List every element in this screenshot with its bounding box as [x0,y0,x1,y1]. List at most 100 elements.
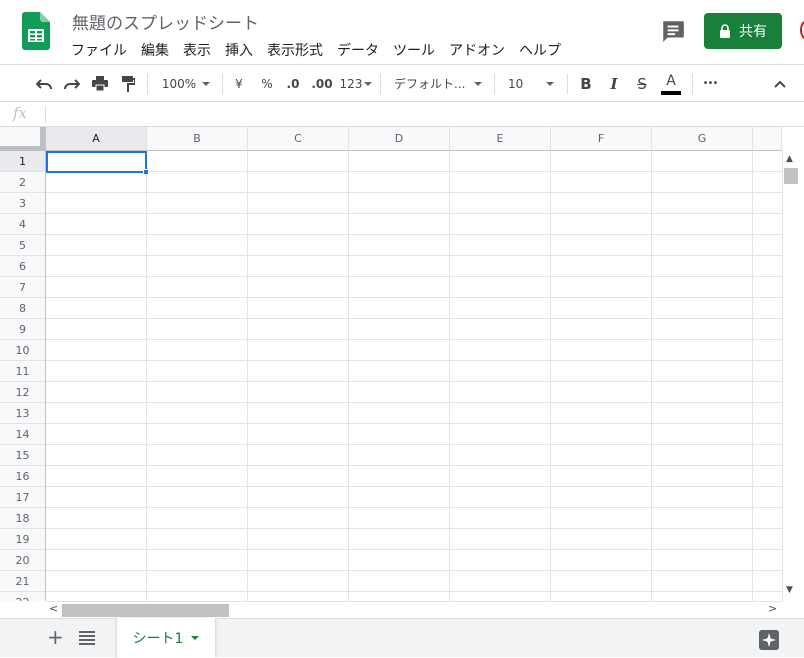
formula-input[interactable] [52,104,792,124]
chevron-down-icon [546,81,554,86]
grid-line [348,151,349,601]
row-freeze-handle[interactable] [0,146,46,150]
document-title[interactable]: 無題のスプレッドシート [72,9,259,34]
row-header-14[interactable]: 14 [0,424,46,445]
row-header-18[interactable]: 18 [0,508,46,529]
share-button[interactable]: 共有 [704,13,782,49]
menu-edit[interactable]: 編集 [134,38,176,60]
column-header-g[interactable]: G [652,127,753,151]
italic-button[interactable]: I [603,65,625,102]
active-cell[interactable] [46,151,147,173]
row-header-2[interactable]: 2 [0,172,46,193]
paint-format-button[interactable] [116,65,140,102]
text-color-icon: A [666,72,676,89]
horizontal-scroll-thumb[interactable] [62,604,229,617]
menu-tools[interactable]: ツール [386,38,442,60]
fill-handle[interactable] [143,169,149,175]
select-all-corner[interactable] [0,127,46,151]
scroll-down-icon[interactable]: ▼ [786,585,793,595]
all-sheets-icon[interactable] [79,631,95,645]
more-tools-button[interactable]: ••• [698,65,722,102]
column-header-a[interactable]: A [46,127,147,151]
chevron-down-icon [474,81,482,86]
chevron-down-icon[interactable] [191,636,200,640]
share-label: 共有 [739,24,767,40]
menu-data[interactable]: データ [330,38,386,60]
row-header-9[interactable]: 9 [0,319,46,340]
undo-button[interactable] [32,65,56,102]
scroll-up-icon[interactable]: ▲ [786,154,793,164]
row-header-3[interactable]: 3 [0,193,46,214]
column-header-b[interactable]: B [147,127,248,151]
row-header-19[interactable]: 19 [0,529,46,550]
grid-line [651,151,652,601]
zoom-select[interactable]: 100% [156,65,216,102]
formula-bar: fx [0,102,804,127]
row-header-22[interactable]: 22 [0,592,46,601]
row-header-4[interactable]: 4 [0,214,46,235]
more-formats-button[interactable]: 123 [338,65,374,102]
redo-button[interactable] [60,65,84,102]
menu-format[interactable]: 表示形式 [260,38,330,60]
avatar[interactable] [800,20,804,40]
row-header-16[interactable]: 16 [0,466,46,487]
column-header-next[interactable] [753,127,782,151]
grid-line [46,549,782,550]
grid-line [46,213,782,214]
fx-icon: fx [13,104,28,122]
column-header-d[interactable]: D [349,127,450,151]
comment-icon[interactable] [660,18,686,44]
menu-addons[interactable]: アドオン [442,38,512,60]
percent-format-button[interactable]: % [256,65,278,102]
menu-view[interactable]: 表示 [176,38,218,60]
column-header-f[interactable]: F [551,127,652,151]
grid-line [46,360,782,361]
row-header-17[interactable]: 17 [0,487,46,508]
menu-insert[interactable]: 挿入 [218,38,260,60]
font-family-value: デフォルト... [394,77,466,91]
more-formats-label: 123 [339,76,363,91]
sheets-logo-icon[interactable] [22,12,50,50]
strikethrough-button[interactable]: S [631,65,653,102]
row-header-10[interactable]: 10 [0,340,46,361]
row-header-13[interactable]: 13 [0,403,46,424]
grid-line [46,444,782,445]
row-header-20[interactable]: 20 [0,550,46,571]
row-header-15[interactable]: 15 [0,445,46,466]
toolbar: 100% ¥ % .0 .00 123 デフォルト... 10 B I S A … [0,64,804,102]
text-color-button[interactable]: A [659,65,683,102]
row-header-12[interactable]: 12 [0,382,46,403]
sheet-tab-1[interactable]: シート1 [117,618,215,658]
horizontal-scrollbar[interactable]: < > [46,601,782,618]
row-header-5[interactable]: 5 [0,235,46,256]
cell-area[interactable] [46,151,782,601]
vertical-scroll-thumb[interactable] [784,168,798,184]
grid-line [146,151,147,601]
row-header-21[interactable]: 21 [0,571,46,592]
font-family-select[interactable]: デフォルト... [388,65,488,102]
row-header-8[interactable]: 8 [0,298,46,319]
bold-button[interactable]: B [575,65,597,102]
explore-icon[interactable] [759,630,779,650]
spreadsheet-grid: ABCDEFG 1 2 3 4 5 6 7 8 9 10 11 12 13 14 15 16 17 18 19 20 2… [0,127,804,601]
menu-file[interactable]: ファイル [64,38,134,60]
print-button[interactable] [88,65,112,102]
menu-help[interactable]: ヘルプ [512,38,568,60]
row-header-1[interactable]: 1 [0,151,46,172]
column-header-c[interactable]: C [248,127,349,151]
scroll-left-icon[interactable]: < [49,602,58,615]
decrease-decimal-button[interactable]: .0 [281,65,305,102]
row-header-6[interactable]: 6 [0,256,46,277]
currency-format-button[interactable]: ¥ [228,65,250,102]
row-header-7[interactable]: 7 [0,277,46,298]
collapse-button[interactable] [768,65,792,102]
vertical-scrollbar[interactable]: ▲ ▼ [782,151,800,601]
row-header-11[interactable]: 11 [0,361,46,382]
increase-decimal-button[interactable]: .00 [309,65,335,102]
collapse-icon [774,80,786,88]
column-header-e[interactable]: E [450,127,551,151]
toolbar-divider [222,74,223,94]
font-size-select[interactable]: 10 [502,65,560,102]
add-sheet-icon[interactable]: + [47,627,64,647]
scroll-right-icon[interactable]: > [768,602,777,615]
